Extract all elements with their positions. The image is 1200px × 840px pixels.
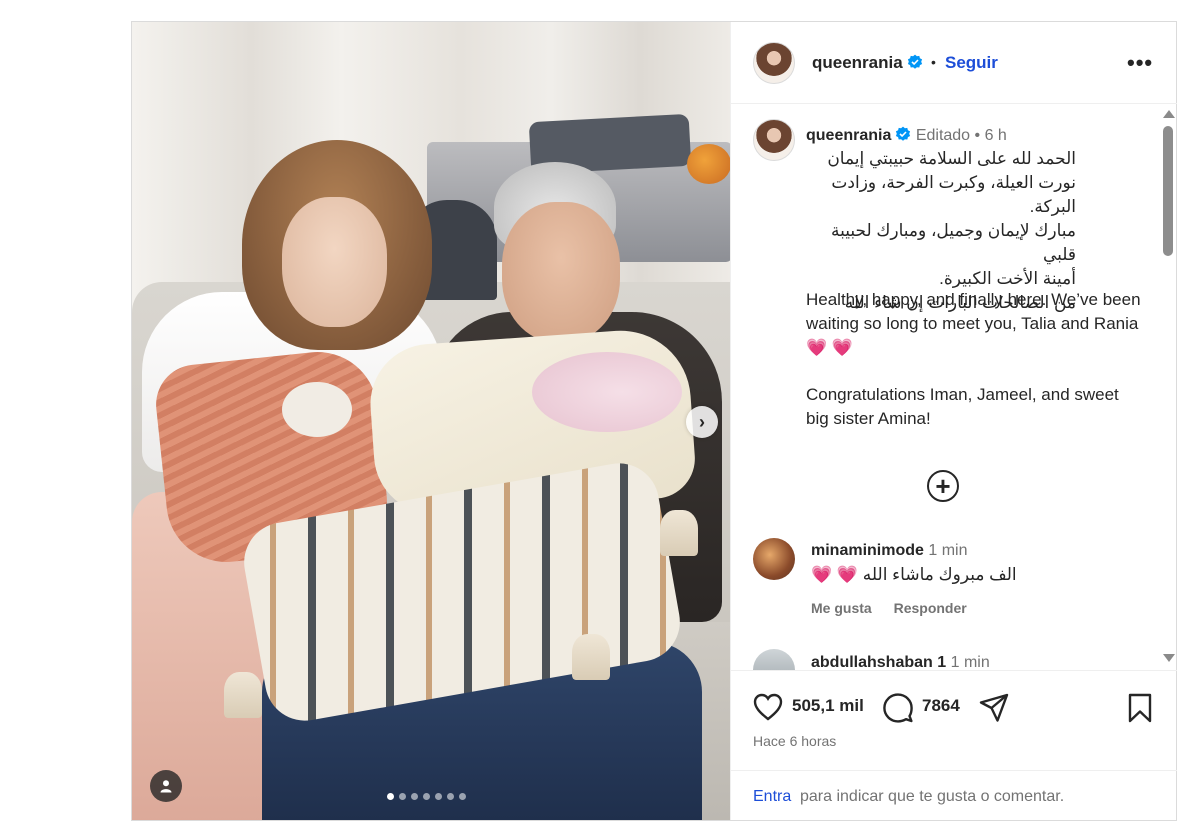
comment-text: 💗 💗 الف مبروك ماشاء الله [811,565,1017,584]
comment-avatar[interactable] [753,538,795,580]
separator-dot: • [931,54,936,70]
caption-english-para2: Congratulations Iman, Jameel, and sweet … [806,385,1119,428]
comment-like-button[interactable]: Me gusta [811,600,872,616]
comment-avatar[interactable] [753,649,795,670]
photo-baby-one [282,382,352,437]
carousel-dot[interactable] [435,793,442,800]
caption-arabic-line: الحمد لله على السلامة حبيبتي إيمان [827,149,1076,168]
plus-icon: + [935,471,951,501]
share-icon[interactable] [979,693,1009,723]
comment-icon[interactable] [883,693,913,723]
caption-arabic-line: نورت العيلة، وكبرت الفرحة، وزادت البركة. [831,173,1076,216]
caption-header: queenrania Editado • 6 h [806,126,1007,145]
caption-english-para1: Healthy, happy, and finally here. We’ve … [806,290,1141,357]
verified-badge-icon [896,126,911,141]
carousel-dot[interactable] [423,793,430,800]
scroll-down-arrow[interactable] [1163,654,1175,662]
verified-badge-icon [907,54,922,69]
post-photo: › [132,22,730,820]
comment-reply-button[interactable]: Responder [894,600,967,616]
user-icon [160,780,172,793]
separator-dot: • [974,127,985,144]
bookmark-icon[interactable] [1127,693,1153,723]
login-prompt: Entra para indicar que te gusta o coment… [731,770,1177,820]
comment-actions: Me gusta Responder [811,600,985,616]
scroll-up-arrow[interactable] [1163,110,1175,118]
heart-emoji: 💗 💗 [806,338,854,357]
carousel-dot[interactable] [459,793,466,800]
login-link[interactable]: Entra [753,788,791,806]
comment-username[interactable]: minaminimode [811,542,924,559]
post-actions: 505,1 mil 7864 Hace 6 horas [731,670,1177,770]
comments-count[interactable]: 7864 [922,696,960,716]
comment-username[interactable]: abdullahshaban 1 [811,654,946,670]
tagged-people-button[interactable] [150,770,182,802]
photo-man-face [502,202,620,342]
scrollbar-thumb[interactable] [1163,126,1173,256]
comment-header: abdullahshaban 1 1 min [811,654,990,670]
carousel-dot[interactable] [447,793,454,800]
caption-time[interactable]: 6 h [985,127,1007,144]
carousel-dot[interactable] [411,793,418,800]
photo-baby-two [532,352,682,432]
heart-emoji: 💗 💗 [811,565,859,584]
post-side-panel: queenrania • Seguir ••• queenrania Edita… [730,22,1177,820]
instagram-post: › queenrania • Seguir ••• queenrania Edi… [131,21,1177,821]
author-username[interactable]: queenrania [812,53,923,73]
author-avatar[interactable] [753,42,795,84]
carousel-dots [387,793,466,800]
photo-fruit [687,144,730,184]
chevron-right-icon: › [699,411,705,432]
comment-time: 1 min [928,542,968,559]
carousel-dot[interactable] [399,793,406,800]
edited-label: Editado [915,127,971,144]
comments-section[interactable]: queenrania Editado • 6 h الحمد لله على ا… [731,105,1177,670]
likes-count[interactable]: 505,1 mil [792,696,864,716]
load-more-comments-button[interactable]: + [927,470,959,502]
photo-tassel [224,672,262,718]
carousel-dot-active[interactable] [387,793,394,800]
comment-header: minaminimode 1 min [811,542,967,560]
carousel-next-button[interactable]: › [686,406,718,438]
more-horizontal-icon[interactable]: ••• [1127,50,1153,76]
caption-author-avatar[interactable] [753,119,795,161]
heart-icon[interactable] [753,693,783,721]
follow-button[interactable]: Seguir [945,53,998,73]
photo-tassel [660,510,698,556]
caption-username[interactable]: queenrania [806,127,891,144]
login-prompt-text: para indicar que te gusta o comentar. [800,788,1065,805]
photo-woman-face [282,197,387,327]
caption-arabic-line: مبارك لإيمان وجميل، ومبارك لحبيبة قلبي [831,221,1076,264]
photo-tassel [572,634,610,680]
post-header: queenrania • Seguir ••• [731,22,1177,104]
post-timestamp[interactable]: Hace 6 horas [753,733,836,749]
comment-time: 1 min [950,654,990,670]
